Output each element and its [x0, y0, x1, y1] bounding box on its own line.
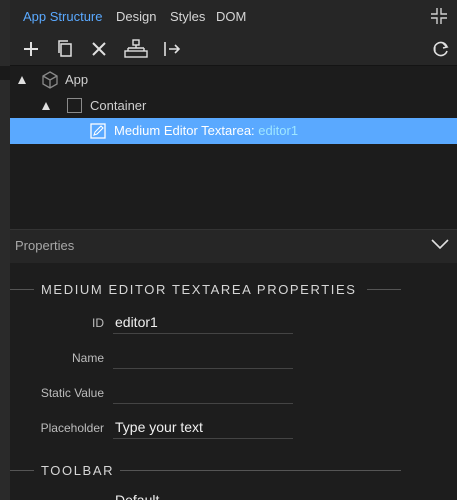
section-rule-right [120, 470, 401, 471]
component-type-label: Medium Editor Textarea: [114, 123, 255, 138]
id-field[interactable]: editor1 [115, 314, 158, 330]
gutter-marker [0, 66, 10, 80]
field-label-placeholder: Placeholder [40, 421, 104, 435]
properties-header[interactable] [10, 229, 457, 264]
tree-row-app[interactable]: App [10, 67, 457, 93]
section-rule-left [10, 289, 34, 290]
cube-icon [42, 71, 58, 89]
insert-after-icon[interactable] [162, 39, 182, 59]
tree-label-app: App [65, 72, 89, 87]
field-underline [113, 438, 293, 439]
structure-icon[interactable] [124, 39, 148, 59]
properties-title: Properties [15, 238, 75, 253]
component-id-label: editor1 [258, 123, 299, 138]
tree-label-selected: Medium Editor Textarea: editor1 [114, 123, 298, 138]
partial-toolbar-value[interactable]: Default [115, 492, 159, 500]
toolbar-section-heading: TOOLBAR [41, 463, 115, 478]
plus-icon[interactable] [21, 39, 41, 59]
tree-label-container: Container [90, 98, 147, 113]
field-label-id: ID [92, 316, 104, 330]
section-rule-right [367, 289, 401, 290]
tree-row-medium-editor[interactable]: Medium Editor Textarea: editor1 [10, 118, 457, 144]
expand-triangle-icon[interactable] [18, 76, 26, 84]
container-icon [67, 98, 82, 113]
tab-styles[interactable]: Styles [170, 9, 205, 24]
placeholder-field[interactable]: Type your text [115, 419, 203, 435]
section-rule-left [10, 470, 34, 471]
structure-toolbar [10, 33, 457, 66]
tab-dom[interactable]: DOM [216, 9, 246, 24]
partial-row: Default [10, 492, 457, 500]
tab-app-structure[interactable]: App Structure [23, 9, 103, 24]
collapse-panel-icon[interactable] [430, 7, 448, 25]
close-icon[interactable] [89, 39, 109, 59]
tab-design[interactable]: Design [116, 9, 156, 24]
field-label-name: Name [71, 351, 104, 365]
field-underline [113, 333, 293, 334]
chevron-down-icon[interactable] [430, 237, 450, 251]
copy-icon[interactable] [55, 39, 75, 59]
refresh-icon[interactable] [431, 39, 451, 59]
tree-row-container[interactable]: Container [10, 93, 457, 119]
section-heading: MEDIUM EDITOR TEXTAREA PROPERTIES [41, 282, 357, 297]
field-underline [113, 368, 293, 369]
expand-triangle-icon[interactable] [42, 102, 50, 110]
field-underline [113, 403, 293, 404]
field-label-static-value: Static Value [40, 386, 104, 400]
edit-icon [90, 123, 106, 139]
